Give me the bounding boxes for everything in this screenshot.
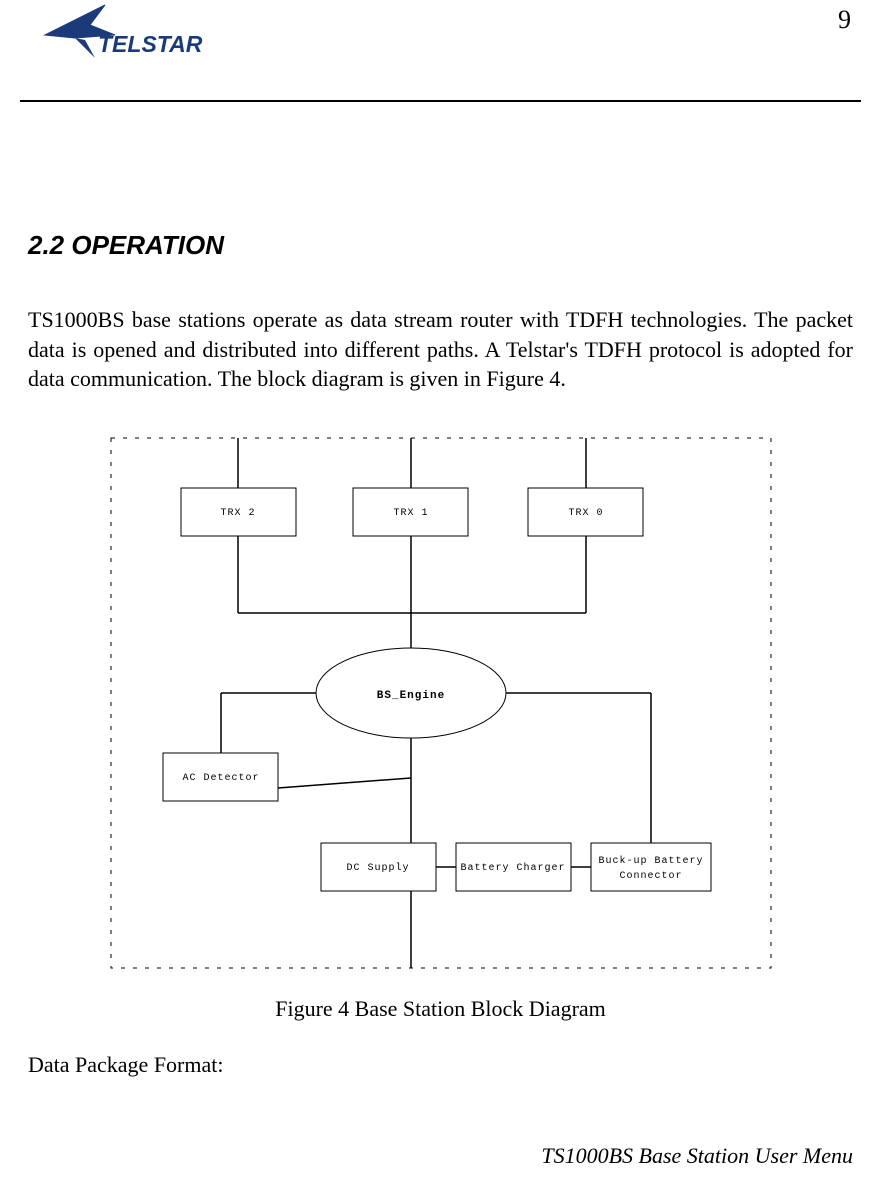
svg-text:TELSTAR: TELSTAR bbox=[98, 31, 203, 57]
svg-text:Battery Charger: Battery Charger bbox=[460, 862, 565, 874]
page-footer: TS1000BS Base Station User Menu bbox=[541, 1143, 853, 1169]
section-heading: 2.2 OPERATION bbox=[28, 230, 853, 261]
telstar-logo: TELSTAR bbox=[40, 0, 220, 75]
data-package-format-heading: Data Package Format: bbox=[28, 1052, 853, 1078]
page-number: 9 bbox=[838, 5, 851, 35]
figure-caption: Figure 4 Base Station Block Diagram bbox=[28, 996, 853, 1022]
svg-text:TRX 0: TRX 0 bbox=[568, 508, 603, 519]
svg-text:TRX 1: TRX 1 bbox=[393, 508, 428, 519]
svg-text:DC Supply: DC Supply bbox=[346, 862, 409, 874]
section-paragraph: TS1000BS base stations operate as data s… bbox=[28, 305, 853, 394]
svg-text:BS_Engine: BS_Engine bbox=[376, 690, 444, 702]
svg-text:Connector: Connector bbox=[619, 871, 682, 882]
svg-text:Buck-up Battery: Buck-up Battery bbox=[598, 855, 703, 867]
header-divider bbox=[20, 100, 861, 102]
svg-text:TRX 2: TRX 2 bbox=[220, 508, 255, 519]
block-diagram: TRX 2 TRX 1 TRX 0 BS_Engine AC Detector … bbox=[91, 418, 791, 978]
page-content: 2.2 OPERATION TS1000BS base stations ope… bbox=[0, 100, 881, 1078]
svg-text:AC Detector: AC Detector bbox=[182, 773, 259, 784]
page-header: TELSTAR 9 bbox=[0, 0, 881, 100]
